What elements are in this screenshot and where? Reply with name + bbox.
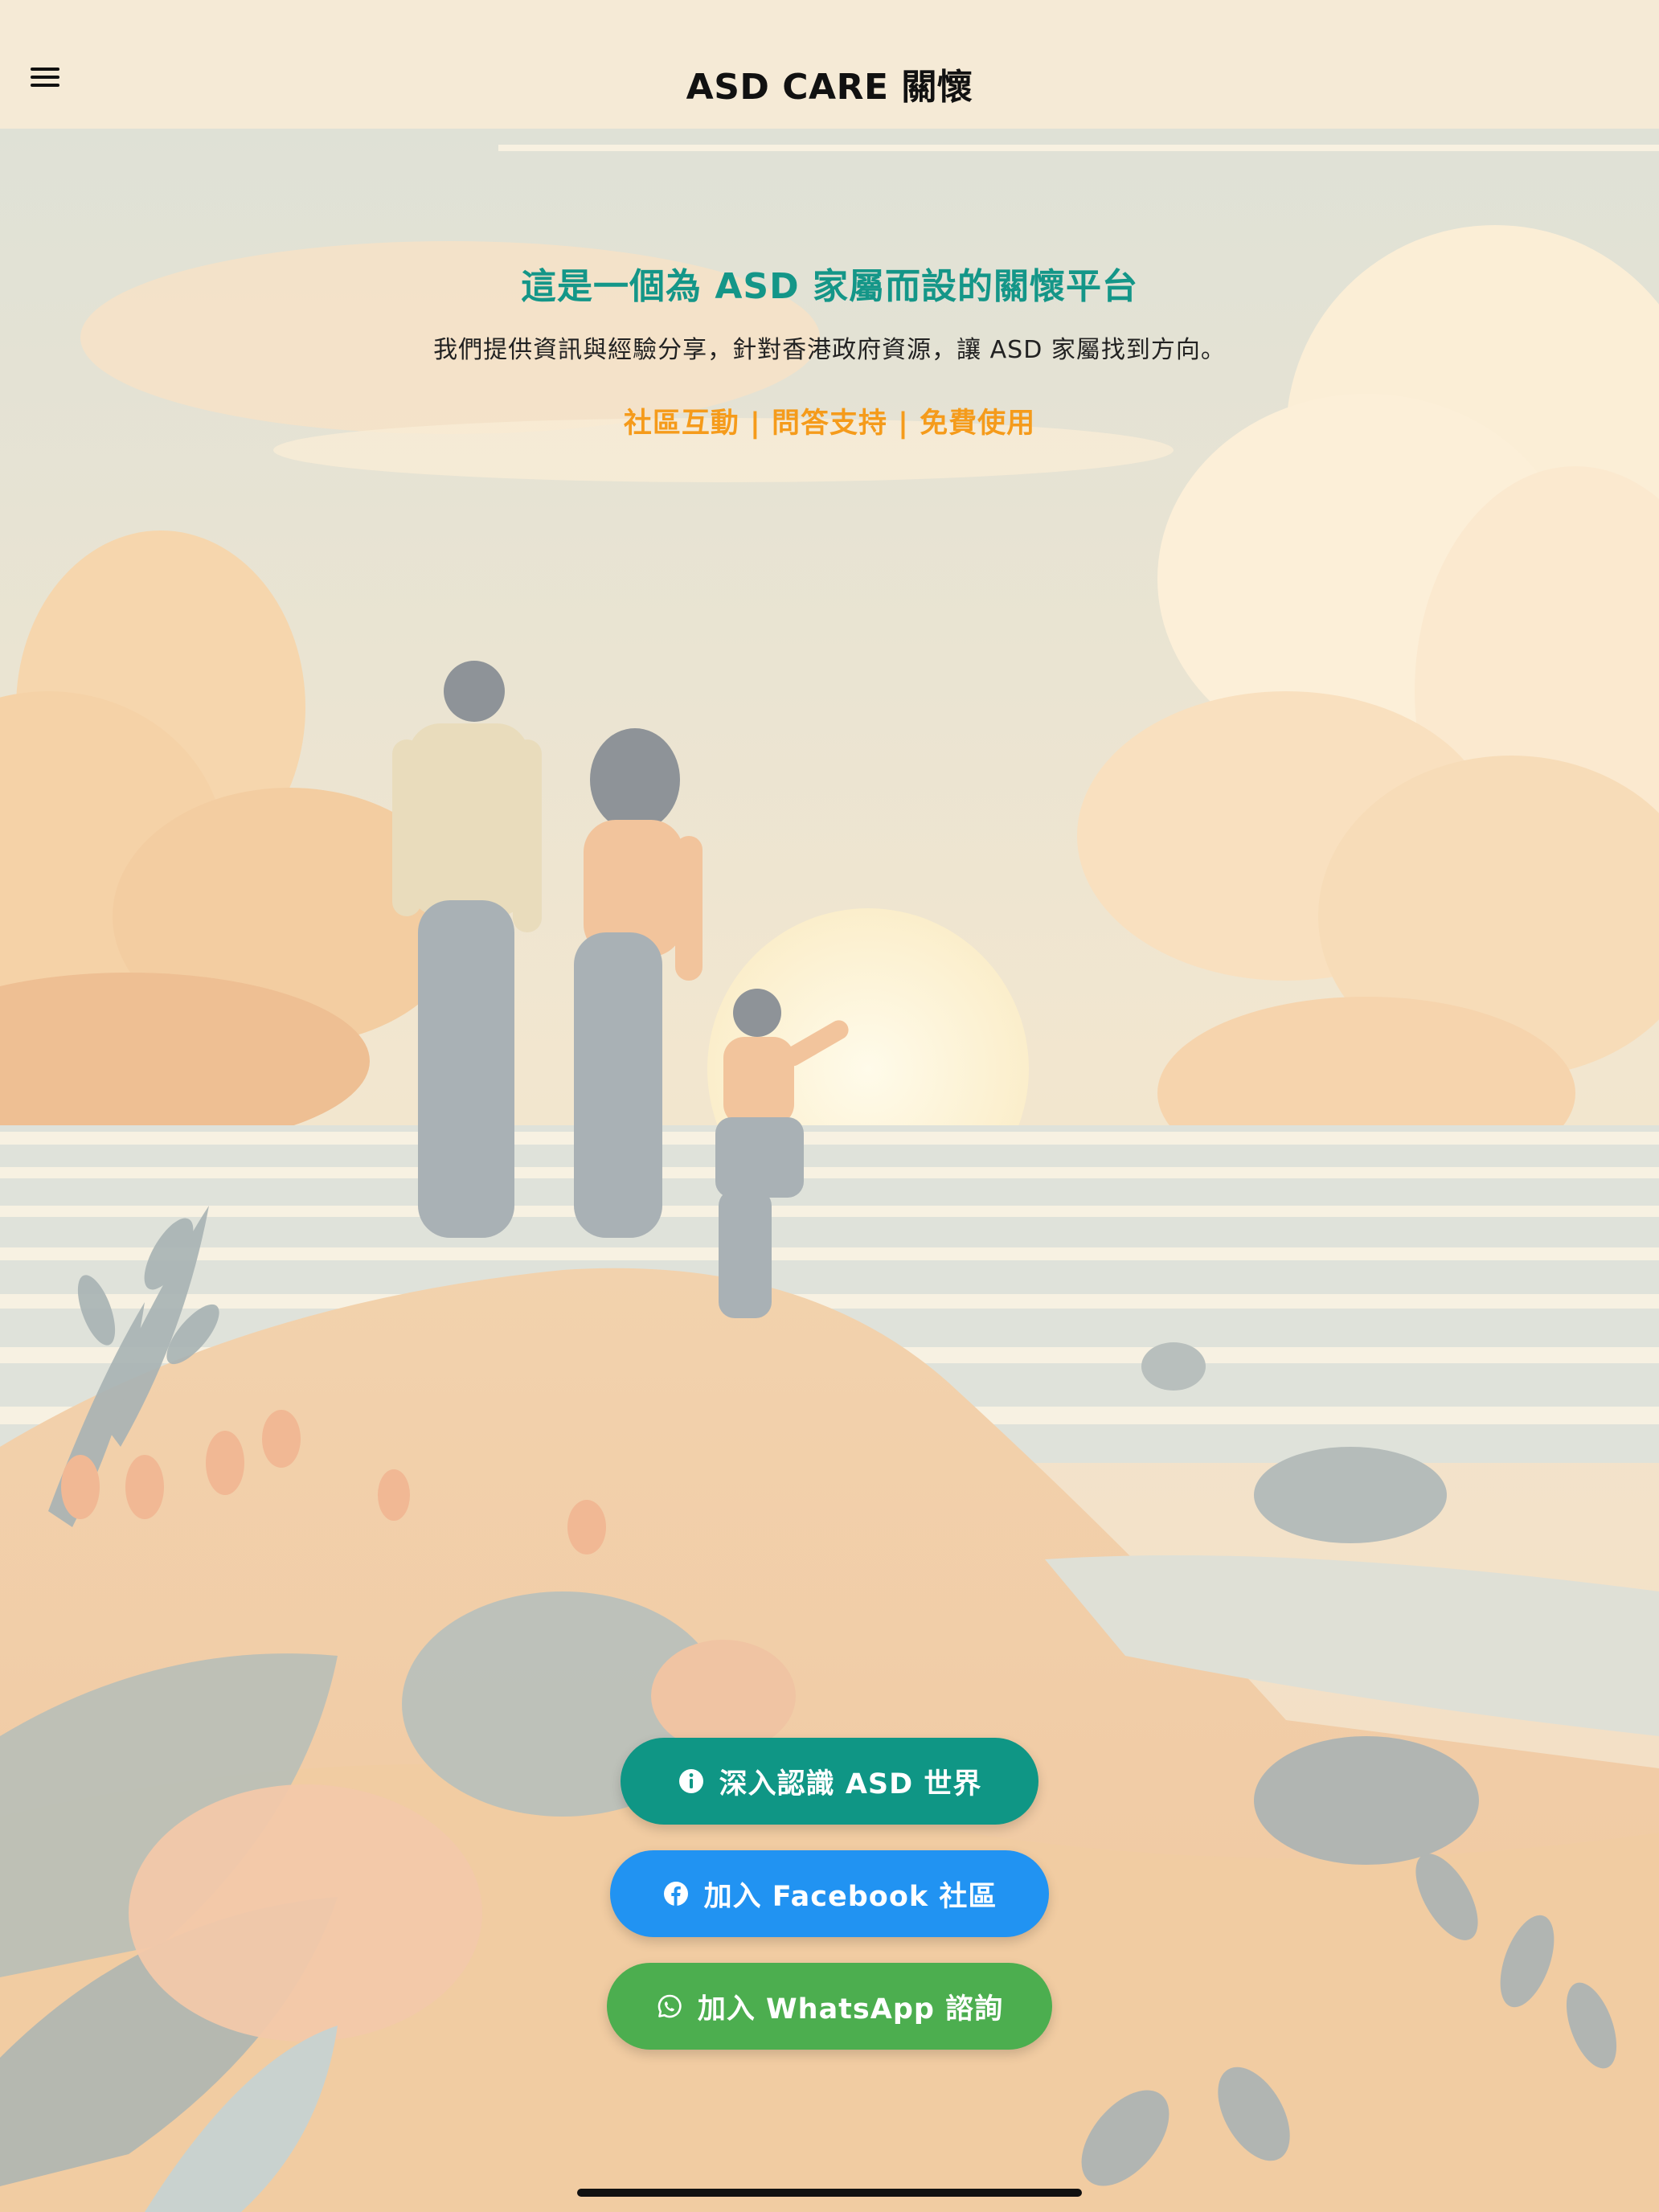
intro-section: 這是一個為 ASD 家屬而設的關懷平台 我們提供資訊與經驗分享，針對香港政府資源… xyxy=(0,257,1659,441)
info-icon xyxy=(678,1768,705,1795)
page: ASD CARE 關懷 這是一個為 ASD 家屬而設的關懷平台 我們提供資訊與經… xyxy=(0,0,1659,2212)
join-whatsapp-button[interactable]: 加入 WhatsApp 諮詢 xyxy=(607,1963,1052,2050)
intro-description: 我們提供資訊與經驗分享，針對香港政府資源，讓 ASD 家屬找到方向。 xyxy=(433,336,1226,364)
top-app-bar: ASD CARE 關懷 xyxy=(0,0,1659,129)
intro-headline: 這是一個為 ASD 家屬而設的關懷平台 xyxy=(521,266,1138,307)
learn-asd-button[interactable]: 深入認識 ASD 世界 xyxy=(621,1738,1038,1825)
facebook-icon xyxy=(662,1880,690,1907)
join-facebook-button[interactable]: 加入 Facebook 社區 xyxy=(610,1850,1049,1937)
intro-tagline: 社區互動 | 問答支持 | 免費使用 xyxy=(623,408,1036,440)
whatsapp-icon xyxy=(656,1993,683,2020)
home-indicator[interactable] xyxy=(577,2189,1082,2197)
join-whatsapp-label: 加入 WhatsApp 諮詢 xyxy=(697,1993,1004,2026)
join-facebook-label: 加入 Facebook 社區 xyxy=(703,1880,997,1913)
learn-asd-label: 深入認識 ASD 世界 xyxy=(719,1768,982,1800)
app-title: ASD CARE 關懷 xyxy=(686,67,973,108)
